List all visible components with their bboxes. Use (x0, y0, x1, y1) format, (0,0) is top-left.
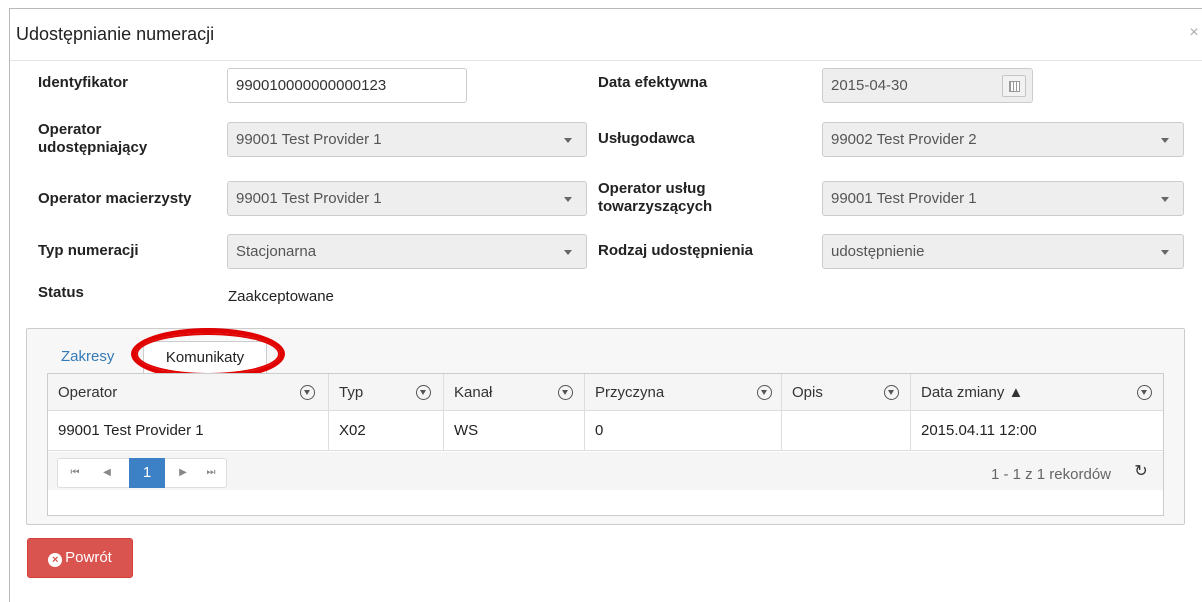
operator-uslug-value: 99001 Test Provider 1 (831, 190, 977, 207)
operator-udostepniajacy-label-line2: udostępniający (38, 139, 148, 156)
back-button[interactable]: × Powrót (27, 538, 133, 578)
column-header-label: Opis (792, 384, 823, 401)
identyfikator-input[interactable]: 990010000000000123 (227, 68, 467, 103)
chevron-down-icon (563, 246, 573, 256)
messages-grid: Operator Typ Kanał Przyczyna Opis Data z… (47, 373, 1164, 516)
typ-numeracji-label: Typ numeracji (38, 242, 139, 259)
operator-udostepniajacy-select[interactable]: 99001 Test Provider 1 (227, 122, 587, 157)
chevron-down-icon (1160, 134, 1170, 144)
cell-przyczyna: 0 (585, 411, 782, 451)
cell-opis (782, 411, 911, 451)
typ-numeracji-select[interactable]: Stacjonarna (227, 234, 587, 269)
filter-icon[interactable] (884, 385, 899, 400)
column-header-label: Operator (58, 384, 118, 401)
uslugodawca-label: Usługodawca (598, 130, 695, 147)
refresh-icon[interactable]: ↻ (1133, 464, 1149, 480)
tabs-panel: Zakresy Komunikaty Operator Typ Kanał Pr… (26, 328, 1185, 525)
column-header-typ[interactable]: Typ (329, 374, 444, 411)
column-header-label: Kanał (454, 384, 493, 401)
back-button-label: Powrót (65, 549, 112, 566)
cell-operator: 99001 Test Provider 1 (48, 411, 329, 451)
chevron-down-icon (563, 134, 573, 144)
close-icon[interactable]: × (1186, 23, 1202, 43)
times-circle-icon: × (48, 553, 63, 567)
operator-macierzysty-label: Operator macierzysty (38, 190, 192, 207)
uslugodawca-select[interactable]: 99002 Test Provider 2 (822, 122, 1184, 157)
chevron-down-icon (563, 193, 573, 203)
prev-page-icon[interactable]: ◀ (94, 459, 120, 487)
chevron-down-icon (1160, 246, 1170, 256)
cell-data-zmiany: 2015.04.11 12:00 (921, 422, 1037, 439)
first-page-icon[interactable]: ⏮ (62, 459, 88, 487)
filter-icon[interactable] (1137, 385, 1152, 400)
operator-uslug-select[interactable]: 99001 Test Provider 1 (822, 181, 1184, 216)
column-header-opis[interactable]: Opis (782, 374, 911, 411)
operator-uslug-label-line2: towarzyszących (598, 198, 713, 215)
operator-udostepniajacy-label: Operator udostępniający (38, 121, 147, 157)
column-header-label: Typ (339, 384, 364, 401)
operator-macierzysty-value: 99001 Test Provider 1 (236, 190, 382, 207)
rodzaj-udostepnienia-value: udostępnienie (831, 243, 925, 260)
operator-macierzysty-select[interactable]: 99001 Test Provider 1 (227, 181, 587, 216)
column-header-label: Przyczyna (595, 384, 665, 401)
tab-komunikaty[interactable]: Komunikaty (143, 341, 267, 374)
data-efektywna-input[interactable]: 2015-04-30 (822, 68, 1033, 103)
cell-kanal: WS (444, 411, 585, 451)
filter-icon[interactable] (558, 385, 573, 400)
status-value: Zaakceptowane (228, 288, 334, 305)
next-page-icon[interactable]: ▶ (170, 459, 196, 487)
operator-uslug-label-line1: Operator usług (598, 180, 706, 197)
typ-numeracji-value: Stacjonarna (236, 243, 317, 260)
calendar-icon (1009, 81, 1020, 92)
filter-icon[interactable] (416, 385, 431, 400)
operator-uslug-label: Operator usług towarzyszących (598, 180, 712, 216)
column-header-przyczyna[interactable]: Przyczyna (585, 374, 782, 411)
column-header-kanal[interactable]: Kanał (444, 374, 585, 411)
uslugodawca-value: 99002 Test Provider 2 (831, 131, 977, 148)
column-header-label: Data zmiany ▲ (921, 384, 1024, 401)
status-label: Status (38, 284, 84, 301)
column-header-operator[interactable]: Operator (48, 374, 329, 411)
operator-udostepniajacy-label-line1: Operator (38, 121, 102, 138)
operator-udostepniajacy-value: 99001 Test Provider 1 (236, 131, 382, 148)
table-row[interactable]: 99001 Test Provider 1 X02 WS 0 2015.04.1… (48, 411, 1163, 451)
last-page-icon[interactable]: ⏭ (198, 459, 224, 487)
modal-header: Udostępnianie numeracji × (10, 9, 1202, 61)
page-button-current[interactable]: 1 (129, 458, 165, 488)
data-efektywna-value: 2015-04-30 (831, 77, 908, 94)
pager-info: 1 - 1 z 1 rekordów (990, 466, 1111, 483)
identyfikator-label: Identyfikator (38, 74, 129, 91)
data-efektywna-label: Data efektywna (598, 74, 708, 91)
grid-header: Operator Typ Kanał Przyczyna Opis Data z… (48, 374, 1163, 411)
grid-pager: ⏮ ◀ 1 ▶ ⏭ 1 - 1 z 1 rekordów ↻ (48, 452, 1163, 490)
rodzaj-udostepnienia-select[interactable]: udostępnienie (822, 234, 1184, 269)
column-header-data-zmiany[interactable]: Data zmiany ▲ (911, 374, 1163, 411)
calendar-button[interactable] (1002, 75, 1026, 97)
cell-typ: X02 (329, 411, 444, 451)
filter-icon[interactable] (300, 385, 315, 400)
modal-title: Udostępnianie numeracji (16, 24, 215, 44)
filter-icon[interactable] (757, 385, 772, 400)
chevron-down-icon (1160, 193, 1170, 203)
tab-zakresy[interactable]: Zakresy (61, 348, 114, 365)
rodzaj-udostepnienia-label: Rodzaj udostępnienia (598, 242, 754, 259)
pager-buttons: ⏮ ◀ 1 ▶ ⏭ (57, 458, 227, 488)
